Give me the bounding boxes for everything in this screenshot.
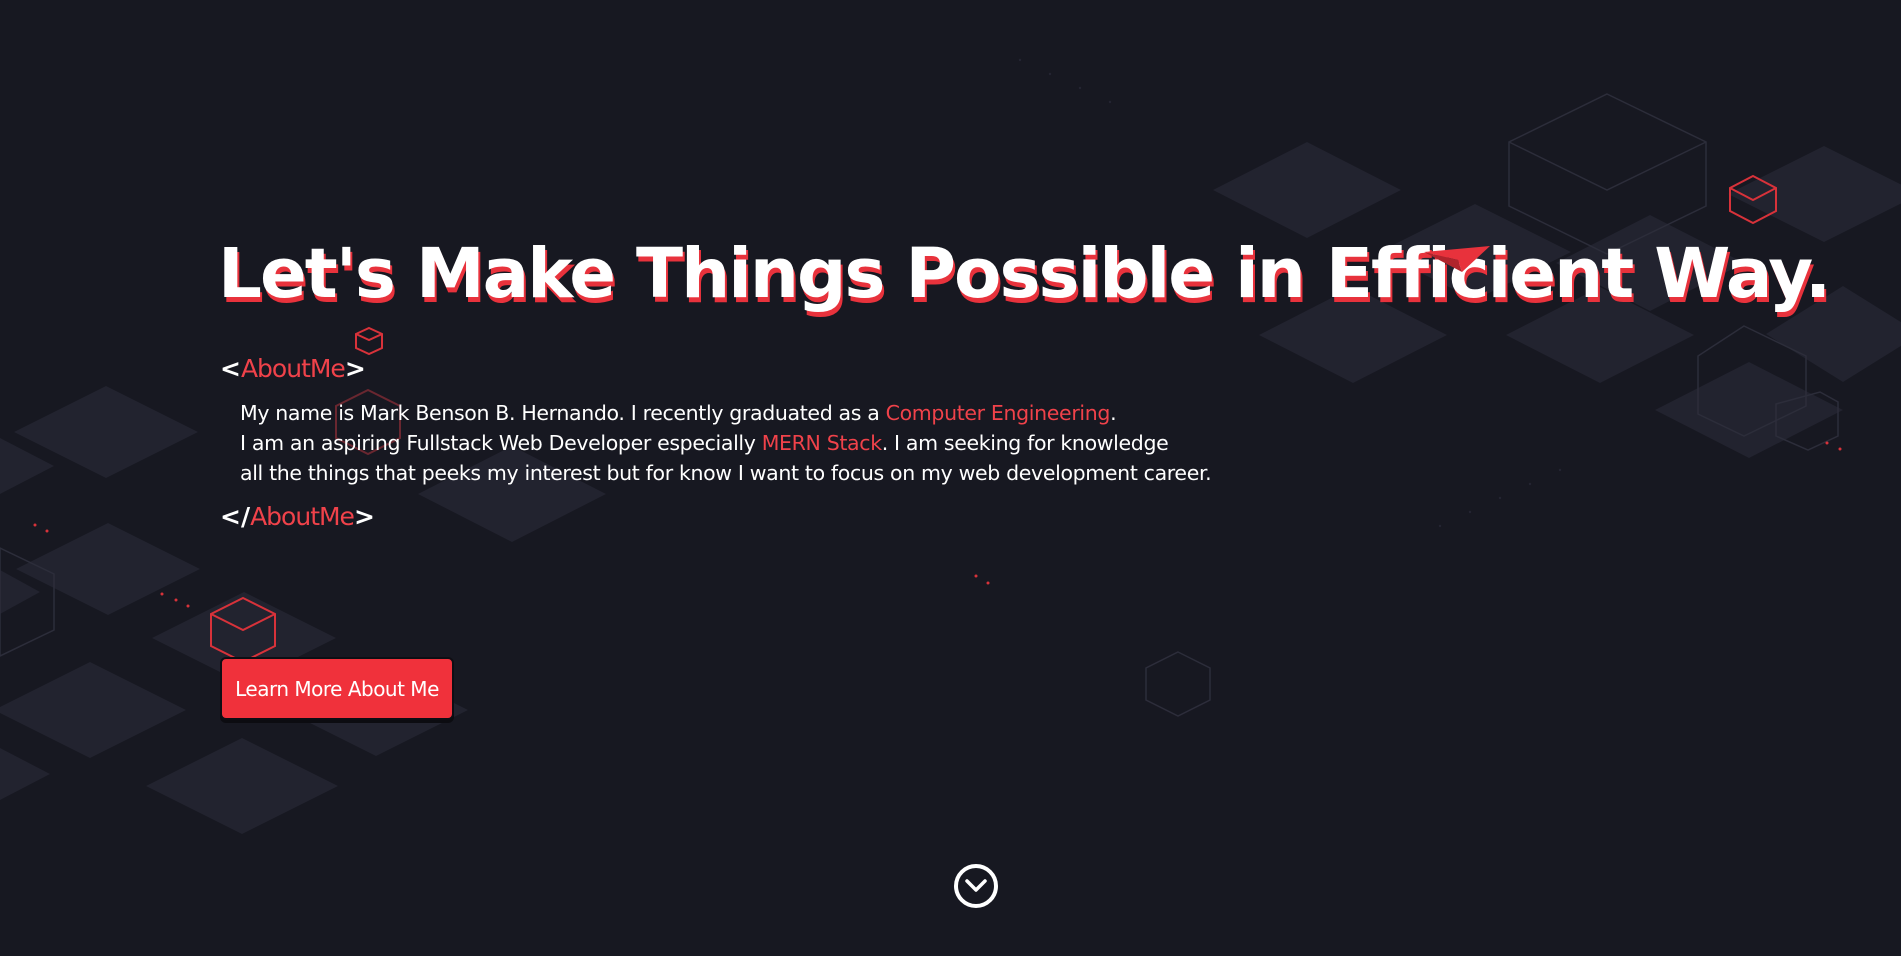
about-close-tag: </AboutMe> — [220, 504, 375, 529]
tag-bracket: </ — [220, 502, 251, 531]
background-tile — [0, 748, 50, 800]
learn-more-button[interactable]: Learn More About Me — [220, 657, 454, 720]
tag-name: AboutMe — [240, 354, 346, 383]
outline-cube — [1145, 651, 1211, 717]
highlight-computer-engineering: Computer Engineering — [885, 401, 1111, 425]
background-tile — [1655, 362, 1843, 458]
about-open-tag: <AboutMe> — [220, 356, 366, 381]
scroll-down-button[interactable] — [954, 864, 998, 908]
bio-line-1: My name is Mark Benson B. Hernando. I re… — [240, 401, 1117, 425]
outline-cube-edges — [1508, 141, 1707, 191]
bio-line-2: I am an aspiring Fullstack Web Developer… — [240, 431, 1169, 455]
tag-bracket: > — [353, 502, 375, 531]
chevron-down-icon — [965, 879, 987, 892]
hero-headline: Let's Make Things Possible in Efficient … — [218, 234, 1831, 314]
background-tile — [146, 738, 338, 834]
about-bio: My name is Mark Benson B. Hernando. I re… — [240, 398, 1212, 488]
tag-name: AboutMe — [250, 502, 355, 531]
bio-line-3: all the things that peeks my interest bu… — [240, 461, 1212, 485]
tag-bracket: > — [344, 354, 366, 383]
paper-plane-icon — [1424, 246, 1490, 272]
background-tile — [1728, 146, 1901, 242]
background-tile — [0, 662, 186, 758]
background-tile — [1213, 142, 1401, 238]
tag-bracket: < — [220, 354, 241, 383]
highlight-mern-stack: MERN Stack — [761, 431, 882, 455]
